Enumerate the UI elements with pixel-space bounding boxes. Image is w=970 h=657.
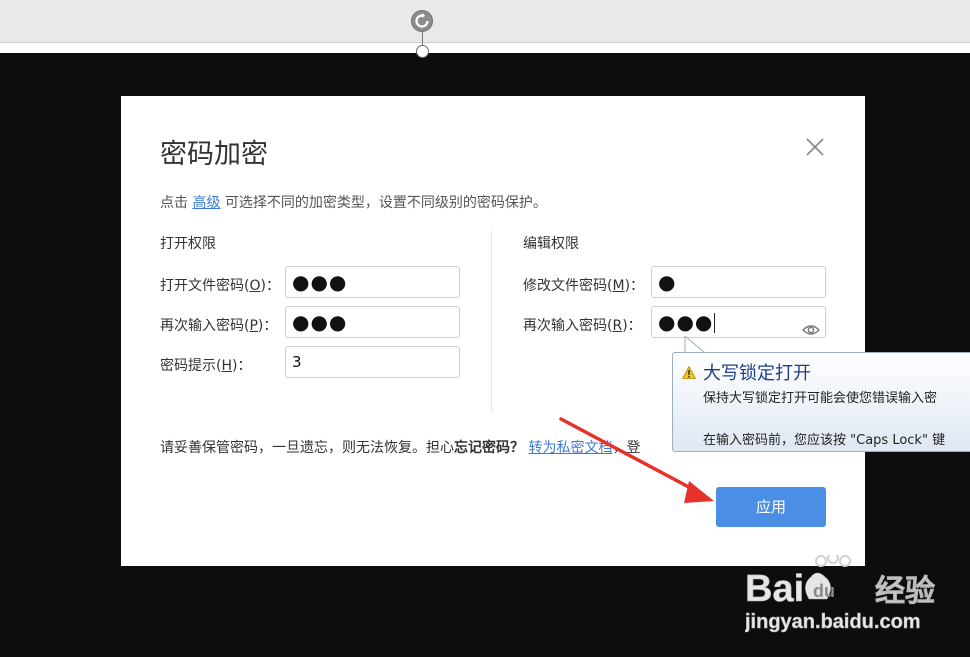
password-hint-label: 密码提示(H)： (160, 355, 251, 375)
open-password-label-end: )： (260, 278, 280, 294)
edit-permission-title: 编辑权限 (523, 236, 579, 252)
hint-label-end: )： (232, 358, 252, 374)
open-password-value: ●●● (292, 270, 348, 294)
desc-prefix: 点击 (160, 195, 193, 211)
advanced-link[interactable]: 高级 (192, 195, 220, 211)
resize-handle[interactable] (416, 45, 429, 58)
open-permission-title: 打开权限 (160, 236, 216, 252)
svg-text:du: du (813, 581, 835, 601)
open-confirm-label: 再次输入密码(P)： (160, 315, 277, 335)
section-divider (491, 231, 492, 411)
tooltip-line-1: 保持大写锁定打开可能会使您错误输入密 (703, 391, 938, 406)
warning-icon (681, 364, 697, 383)
edit-password-accesskey: M (612, 278, 625, 294)
rotate-icon[interactable] (411, 10, 433, 32)
edit-password-field[interactable]: ● (651, 266, 826, 298)
password-encryption-dialog: 密码加密 点击 高级 可选择不同的加密类型，设置不同级别的密码保护。 打开权限 … (121, 96, 865, 566)
tooltip-title: 大写锁定打开 (703, 363, 811, 384)
dialog-title: 密码加密 (160, 139, 268, 170)
note-suffix: ，登 (612, 440, 641, 456)
close-icon[interactable] (805, 137, 825, 157)
password-hint-field[interactable]: 3 (285, 346, 460, 378)
open-password-label-text: 打开文件密码( (160, 278, 250, 294)
open-password-field[interactable]: ●●● (285, 266, 460, 298)
open-confirm-label-end: )： (257, 318, 278, 334)
text-caret (714, 313, 716, 333)
svg-text:Bai: Bai (745, 568, 804, 610)
open-password-accesskey: O (249, 278, 261, 294)
edit-confirm-label-text: 再次输入密码( (523, 318, 613, 334)
open-confirm-accesskey: P (249, 318, 258, 334)
open-password-label: 打开文件密码(O)： (160, 275, 280, 295)
apply-button[interactable]: 应用 (716, 487, 826, 527)
open-confirm-value: ●●● (292, 310, 348, 334)
password-warning-note: 请妥善保管密码，一旦遗忘，则无法恢复。担心忘记密码？ 转为私密文档，登 (160, 437, 640, 457)
baidu-jingyan-watermark: Bai du 经验 jingyan.baidu.com (744, 552, 970, 653)
eye-icon[interactable] (802, 315, 820, 345)
svg-text:jingyan.baidu.com: jingyan.baidu.com (745, 611, 921, 633)
note-prefix: 请妥善保管密码，一旦遗忘，则无法恢复。担心 (160, 440, 454, 456)
edit-confirm-accesskey: R (612, 318, 623, 334)
edit-confirm-label: 再次输入密码(R)： (523, 315, 642, 335)
edit-password-label-text: 修改文件密码( (523, 278, 613, 294)
private-doc-link[interactable]: 转为私密文档 (528, 440, 612, 456)
edit-password-value: ● (658, 270, 677, 294)
open-confirm-label-text: 再次输入密码( (160, 318, 250, 334)
open-confirm-field[interactable]: ●●● (285, 306, 460, 338)
hint-label-text: 密码提示( (160, 358, 222, 374)
edit-confirm-value: ●●● (658, 310, 714, 334)
desc-suffix: 可选择不同的加密类型，设置不同级别的密码保护。 (220, 195, 547, 211)
svg-text:经验: 经验 (875, 574, 935, 609)
baidu-logo-icon: Bai du 经验 jingyan.baidu.com (744, 552, 935, 633)
top-toolbar (0, 0, 970, 43)
edit-confirm-field[interactable]: ●●● (651, 306, 826, 338)
caps-lock-tooltip: 大写锁定打开 保持大写锁定打开可能会使您错误输入密 在输入密码前，您应该按 "C… (672, 352, 970, 452)
password-hint-value: 3 (292, 353, 302, 371)
hint-accesskey: H (221, 358, 232, 374)
dialog-description: 点击 高级 可选择不同的加密类型，设置不同级别的密码保护。 (160, 192, 547, 212)
document-edge (0, 43, 970, 53)
edit-password-label-end: )： (624, 278, 645, 294)
tooltip-line-2: 在输入密码前，您应该按 "Caps Lock" 键 (703, 433, 946, 448)
edit-password-label: 修改文件密码(M)： (523, 275, 644, 295)
edit-confirm-label-end: )： (622, 318, 642, 334)
forgot-password-text: 忘记密码？ (454, 440, 524, 456)
